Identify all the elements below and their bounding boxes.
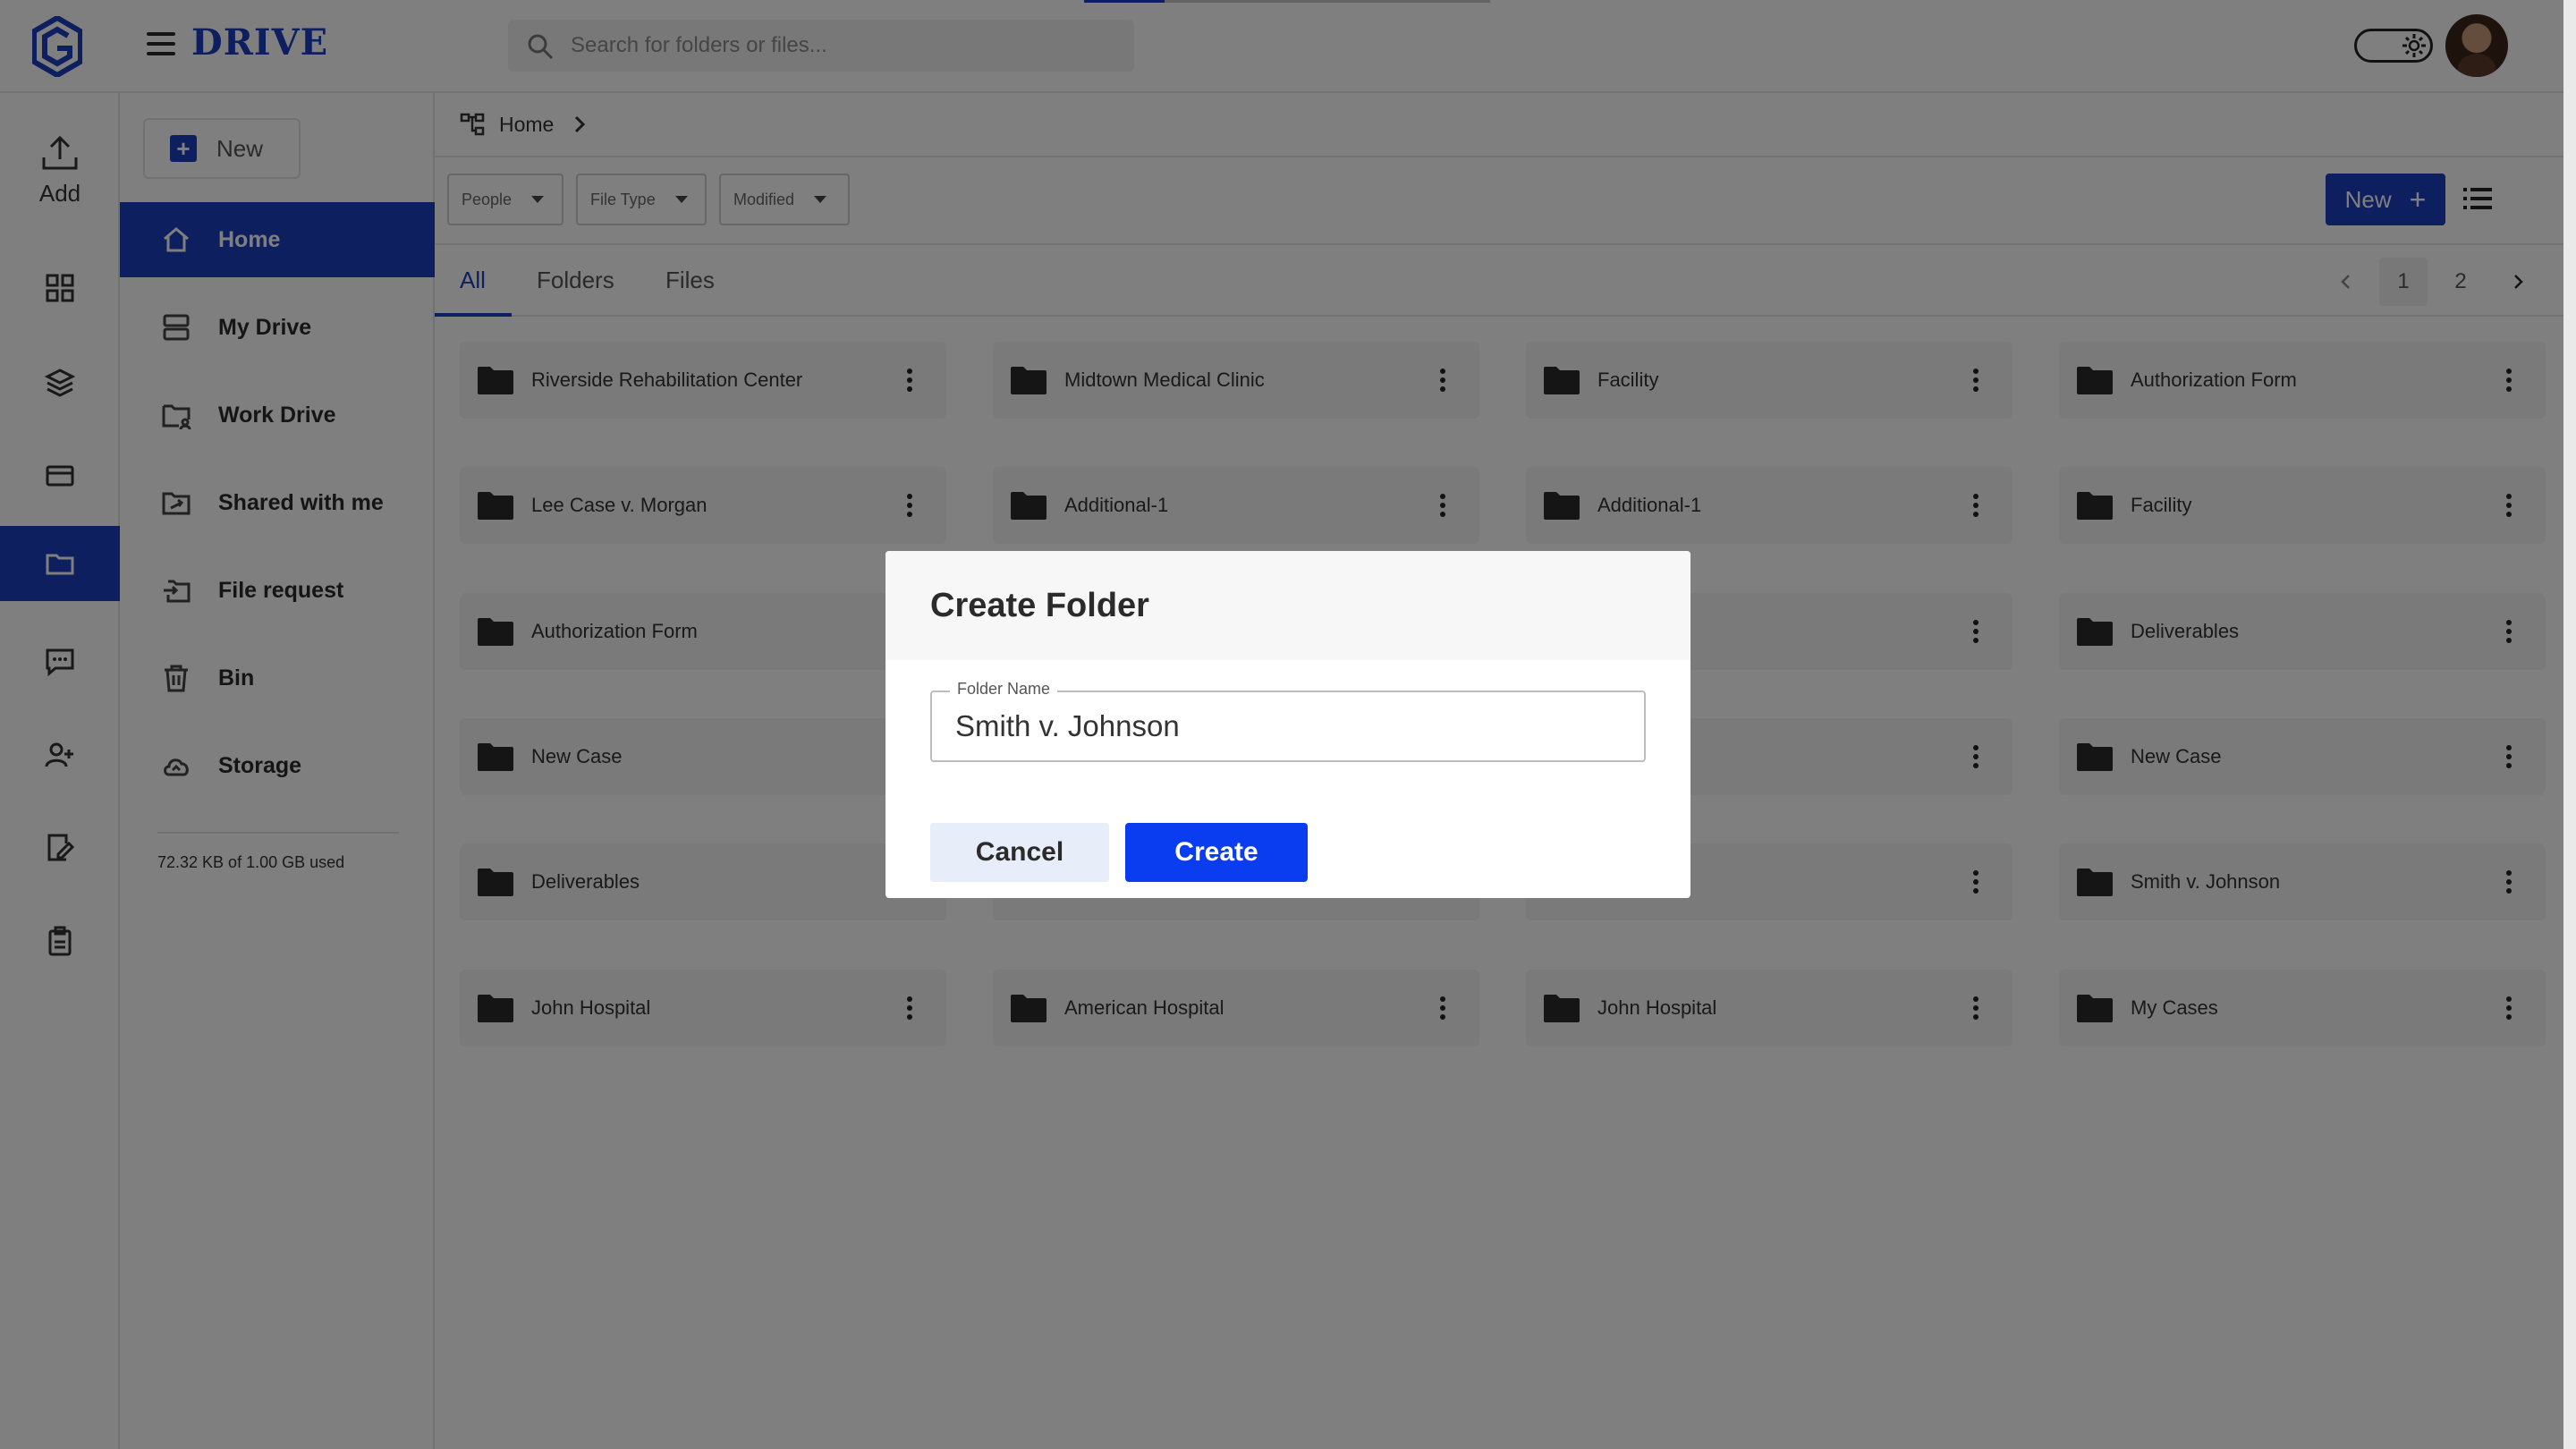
- folder-name-field[interactable]: Folder Name: [930, 680, 1646, 762]
- page-scrollbar[interactable]: [2563, 0, 2576, 1449]
- cancel-button[interactable]: Cancel: [930, 823, 1109, 882]
- create-button[interactable]: Create: [1125, 823, 1308, 882]
- create-folder-dialog: Create Folder Folder Name Cancel Create: [886, 551, 1690, 898]
- folder-name-input[interactable]: [955, 692, 1635, 760]
- dialog-title: Create Folder: [930, 586, 1149, 624]
- dialog-header: Create Folder: [886, 551, 1690, 660]
